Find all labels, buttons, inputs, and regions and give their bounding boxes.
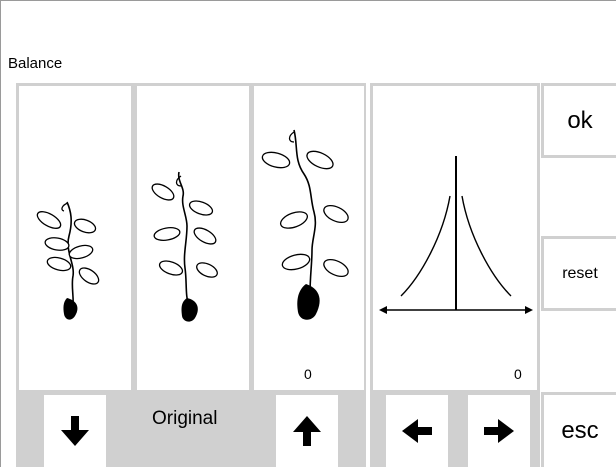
leaf-stitch-original-icon [151, 171, 218, 322]
esc-button-label: esc [561, 417, 599, 444]
arrow-up-icon [293, 416, 321, 446]
stitch-column-left [19, 86, 131, 390]
increase-length-button[interactable] [276, 395, 338, 467]
top-frame-line [0, 0, 616, 1]
shift-left-button[interactable] [386, 395, 448, 467]
page-title: Balance [8, 55, 63, 72]
original-button[interactable]: Original [152, 408, 217, 430]
arrow-left-icon [402, 419, 432, 443]
stitch-column-middle [137, 86, 249, 390]
balance-graph: 0 [373, 86, 537, 390]
stitch-balance-value: 0 [304, 366, 312, 382]
esc-button[interactable]: esc [544, 395, 616, 467]
reset-button-label: reset [562, 264, 598, 282]
arrow-right-icon [484, 419, 514, 443]
shift-right-button[interactable] [468, 395, 530, 467]
graph-balance-value: 0 [514, 366, 522, 382]
ok-button[interactable]: ok [544, 86, 616, 155]
stitch-column-right: 0 [254, 86, 364, 390]
ok-button-label: ok [567, 106, 593, 134]
leaf-stitch-compressed-icon [36, 201, 100, 320]
balance-curve-icon [379, 156, 533, 314]
arrow-down-icon [61, 416, 89, 446]
reset-button[interactable]: reset [544, 239, 616, 308]
left-frame-line [0, 0, 1, 467]
leaf-stitch-elongated-icon [261, 129, 349, 320]
decrease-length-button[interactable] [44, 395, 106, 467]
